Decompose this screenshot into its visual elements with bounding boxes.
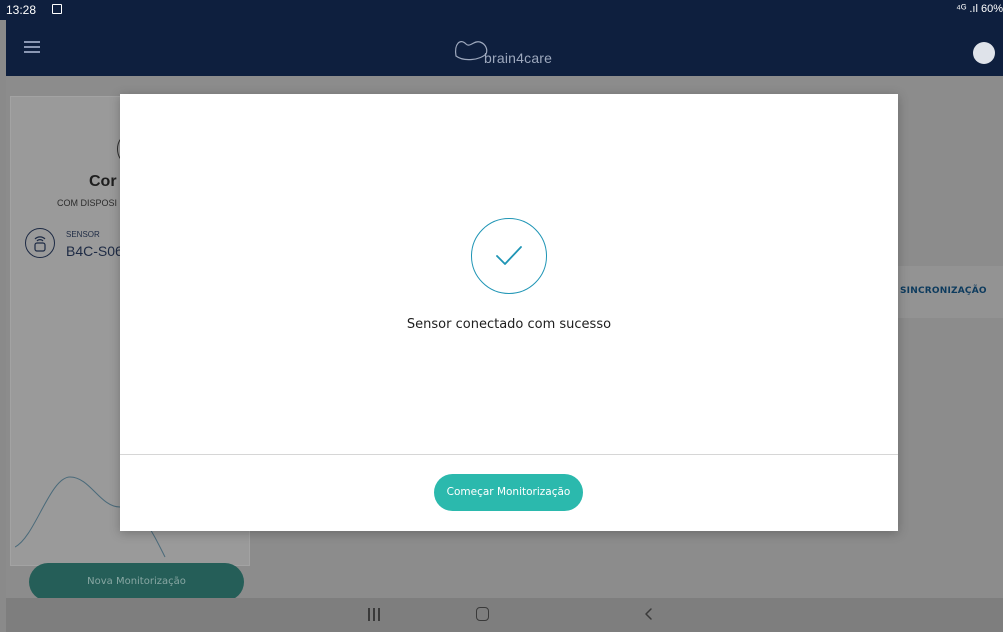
sync-panel: SINCRONIZAÇÃO [896, 266, 1003, 318]
start-monitoring-button[interactable]: Começar Monitorização [434, 474, 583, 511]
system-nav-bar [6, 598, 1003, 632]
status-time: 13:28 [6, 3, 37, 17]
avatar[interactable] [973, 42, 995, 64]
status-indicators: ⁴ᴳ .ıl 60% [956, 3, 1003, 15]
logo-text: brain4care [484, 50, 553, 66]
new-monitoring-button[interactable]: Nova Monitorização [29, 563, 244, 601]
success-dialog: Sensor conectado com sucesso Começar Mon… [120, 94, 898, 531]
back-icon[interactable] [642, 607, 656, 621]
hamburger-menu-icon[interactable] [24, 41, 40, 53]
recent-apps-icon[interactable] [368, 608, 380, 621]
sensor-value: B4C-S06 [66, 243, 123, 259]
brand-logo: brain4care [450, 34, 580, 70]
app-bar: brain4care [6, 20, 1003, 76]
status-bar: 13:28 ⁴ᴳ .ıl 60% [0, 0, 1003, 20]
screenshot-notification-icon [52, 4, 62, 14]
home-icon[interactable] [476, 607, 489, 621]
device-card-subtitle: COM DISPOSI [57, 198, 118, 208]
dialog-divider [120, 454, 898, 455]
sensor-label: SENSOR [66, 230, 100, 239]
sensor-wifi-icon [25, 228, 55, 258]
device-card-title: Cor [89, 173, 117, 190]
sync-label[interactable]: SINCRONIZAÇÃO [900, 286, 987, 296]
success-message: Sensor conectado com sucesso [406, 317, 612, 332]
success-check-icon [471, 218, 547, 294]
